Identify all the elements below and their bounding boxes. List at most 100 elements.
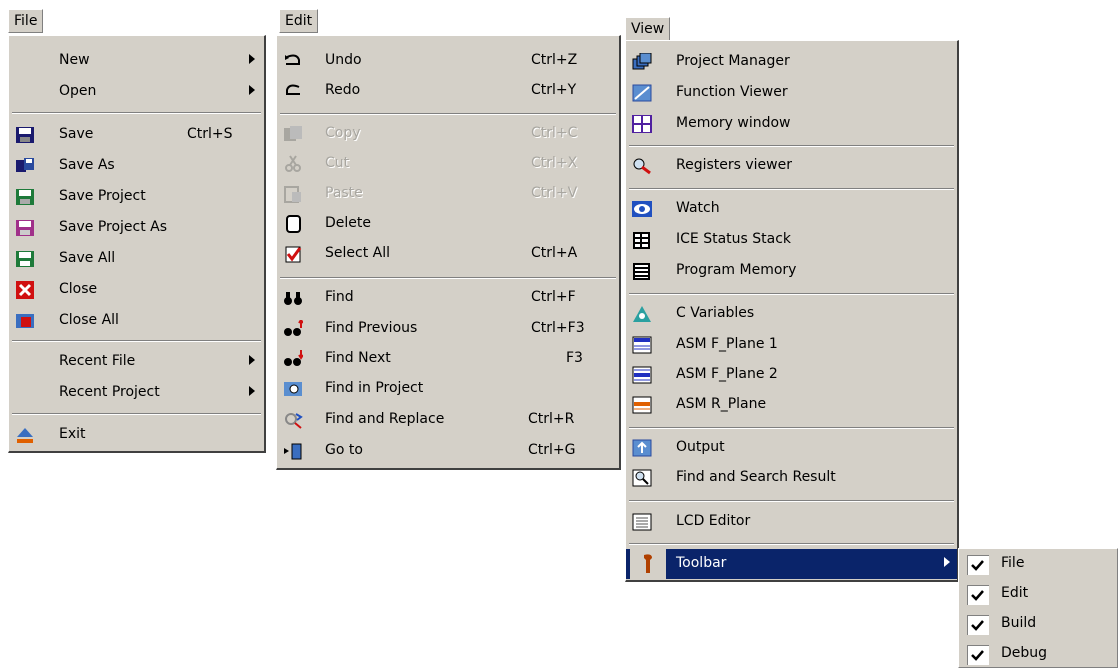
plane-blue-icon <box>632 336 652 354</box>
menu-item-recent-file[interactable]: Recent File <box>9 347 264 377</box>
menu-item-c-variables[interactable]: C Variables <box>626 299 957 329</box>
menu-item-label: Project Manager <box>676 53 790 69</box>
menu-item-new[interactable]: New <box>9 46 264 76</box>
toolbar-item-edit[interactable]: Edit <box>959 579 1117 609</box>
menu-item-memory-window[interactable]: Memory window <box>626 109 957 139</box>
menu-item-label: Save Project <box>59 188 146 204</box>
toolbar-item-file[interactable]: File <box>959 549 1117 579</box>
menu-item-close-all[interactable]: Close All <box>9 306 264 336</box>
menu-item-exit[interactable]: Exit <box>9 420 264 450</box>
menu-item-output[interactable]: Output <box>626 433 957 463</box>
checkmark-icon <box>967 645 989 665</box>
menu-item-find-previous[interactable]: Find Previous Ctrl+F3 <box>277 314 619 344</box>
menu-item-paste[interactable]: Paste Ctrl+V <box>277 179 619 209</box>
menu-item-label: Edit <box>1001 585 1029 601</box>
shortcut-label: Ctrl+V <box>531 185 578 201</box>
menu-item-asm-r-plane[interactable]: ASM R_Plane <box>626 390 957 420</box>
menu-item-undo[interactable]: Undo Ctrl+Z <box>277 46 619 76</box>
menu-title-view[interactable]: View <box>625 17 671 41</box>
separator <box>280 277 616 279</box>
menu-item-label: Save Project As <box>59 219 168 235</box>
menu-item-go-to[interactable]: Go to Ctrl+G <box>277 436 619 466</box>
menu-item-cut[interactable]: Cut Ctrl+X <box>277 149 619 179</box>
menu-item-select-all[interactable]: Select All Ctrl+A <box>277 239 619 269</box>
menu-item-label: Copy <box>325 125 361 141</box>
menu-item-asm-f-plane-2[interactable]: ASM F_Plane 2 <box>626 360 957 390</box>
toolbar-item-build[interactable]: Build <box>959 609 1117 639</box>
menu-item-find-in-project[interactable]: Find in Project <box>277 374 619 404</box>
close-icon <box>15 281 35 299</box>
floppy-icon <box>15 126 35 144</box>
menu-item-function-viewer[interactable]: Function Viewer <box>626 78 957 108</box>
search-result-icon <box>632 469 652 487</box>
toolbar-item-debug[interactable]: Debug <box>959 639 1117 669</box>
menu-item-find-and-replace[interactable]: Find and Replace Ctrl+R <box>277 405 619 435</box>
goto-icon <box>283 442 303 460</box>
separator <box>629 145 954 147</box>
wrench-icon <box>630 549 666 579</box>
menu-item-label: Find Previous <box>325 320 418 336</box>
menu-item-find[interactable]: Find Ctrl+F <box>277 283 619 313</box>
shortcut-label: Ctrl+F <box>531 289 576 305</box>
menu-item-redo[interactable]: Redo Ctrl+Y <box>277 76 619 106</box>
menu-item-save-project-as[interactable]: Save Project As <box>9 213 264 243</box>
submenu-arrow-icon <box>944 557 950 567</box>
memory-window-icon <box>632 115 652 133</box>
menu-item-project-manager[interactable]: Project Manager <box>626 47 957 77</box>
menu-item-close[interactable]: Close <box>9 275 264 305</box>
program-memory-icon <box>632 262 652 280</box>
menu-item-save-as[interactable]: Save As <box>9 151 264 181</box>
plane-orange-icon <box>632 396 652 414</box>
separator <box>629 188 954 190</box>
menu-item-program-memory[interactable]: Program Memory <box>626 256 957 286</box>
shortcut-label: F3 <box>566 350 583 366</box>
submenu-arrow-icon <box>249 355 255 365</box>
eject-icon <box>15 426 35 444</box>
menu-item-watch[interactable]: Watch <box>626 194 957 224</box>
menu-item-label: Function Viewer <box>676 84 788 100</box>
menu-item-label: Close All <box>59 312 119 328</box>
menu-item-find-next[interactable]: Find Next F3 <box>277 344 619 374</box>
menu-item-label: Save All <box>59 250 116 266</box>
menu-title-edit[interactable]: Edit <box>279 9 319 33</box>
shortcut-label: Ctrl+Y <box>531 82 577 98</box>
menu-item-save[interactable]: Save Ctrl+S <box>9 120 264 150</box>
submenu-arrow-icon <box>249 54 255 64</box>
menu-item-delete[interactable]: Delete <box>277 209 619 239</box>
menu-item-recent-project[interactable]: Recent Project <box>9 378 264 408</box>
menu-item-label: Program Memory <box>676 262 797 278</box>
menu-title-file[interactable]: File <box>8 9 44 33</box>
shortcut-label: Ctrl+F3 <box>531 320 585 336</box>
menu-item-label: New <box>59 52 90 68</box>
checkmark-icon <box>967 585 989 605</box>
shortcut-label: Ctrl+X <box>531 155 578 171</box>
menu-item-label: Registers viewer <box>676 157 792 173</box>
submenu-arrow-icon <box>249 85 255 95</box>
menu-item-save-all[interactable]: Save All <box>9 244 264 274</box>
close-all-icon <box>15 312 35 330</box>
delete-icon <box>283 215 303 233</box>
menu-item-lcd-editor[interactable]: LCD Editor <box>626 507 957 537</box>
menu-item-open[interactable]: Open <box>9 77 264 107</box>
menu-item-toolbar[interactable]: Toolbar <box>626 549 957 579</box>
menu-item-copy[interactable]: Copy Ctrl+C <box>277 119 619 149</box>
submenu-arrow-icon <box>249 386 255 396</box>
edit-menu: Undo Ctrl+Z Redo Ctrl+Y Copy Ctrl+C Cut … <box>276 35 621 470</box>
menu-item-label: Save As <box>59 157 115 173</box>
menu-item-find-and-search-result[interactable]: Find and Search Result <box>626 463 957 493</box>
find-replace-icon <box>283 411 303 429</box>
find-in-project-icon <box>283 380 303 398</box>
menu-item-asm-f-plane-1[interactable]: ASM F_Plane 1 <box>626 330 957 360</box>
undo-icon <box>283 52 303 70</box>
menu-item-label: Find <box>325 289 354 305</box>
shortcut-label: Ctrl+C <box>531 125 578 141</box>
menu-item-ice-status-stack[interactable]: ICE Status Stack <box>626 225 957 255</box>
separator <box>629 500 954 502</box>
menu-item-label: Select All <box>325 245 390 261</box>
shortcut-label: Ctrl+G <box>528 442 576 458</box>
menu-item-registers-viewer[interactable]: Registers viewer <box>626 151 957 181</box>
menu-item-label: LCD Editor <box>676 513 751 529</box>
menu-item-label: Save <box>59 126 94 142</box>
menu-item-save-project[interactable]: Save Project <box>9 182 264 212</box>
menu-item-label: Find and Search Result <box>676 469 836 485</box>
